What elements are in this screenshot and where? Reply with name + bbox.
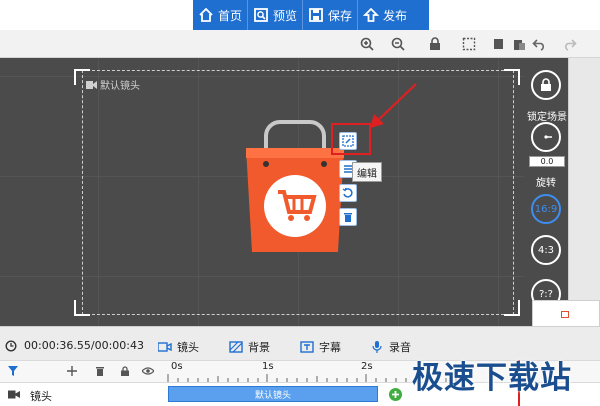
camera-icon bbox=[157, 341, 172, 353]
subtitle-icon bbox=[300, 341, 314, 353]
undo-icon[interactable] bbox=[532, 37, 546, 51]
tab-camera-label: 镜头 bbox=[177, 341, 199, 354]
dial-icon bbox=[539, 130, 553, 144]
camera-icon bbox=[86, 80, 97, 89]
eye-icon[interactable] bbox=[141, 366, 155, 379]
plus-icon bbox=[392, 391, 399, 398]
main-menu: 首页 预览 保存 发布 bbox=[193, 0, 429, 30]
save-label: 保存 bbox=[328, 8, 353, 23]
time-readout: 00:00:36.55/00:00:43 bbox=[24, 339, 145, 352]
timeline-time: 00:00:36.55/00:00:43 bbox=[5, 339, 144, 352]
camera-label-text: 默认镜头 bbox=[100, 81, 140, 92]
copy-icon[interactable] bbox=[492, 37, 506, 51]
move-icon[interactable] bbox=[67, 366, 77, 379]
edit-tooltip: 编辑 bbox=[352, 162, 382, 182]
preview-button[interactable]: 预览 bbox=[248, 0, 302, 30]
lock-icon[interactable] bbox=[120, 366, 130, 379]
thumbnail-icon bbox=[561, 311, 569, 318]
tab-background-label: 背景 bbox=[248, 341, 270, 354]
rotate-label: 旋转 bbox=[536, 178, 556, 189]
publish-label: 发布 bbox=[383, 8, 408, 23]
home-label: 首页 bbox=[218, 8, 243, 23]
delete-element-button[interactable] bbox=[339, 208, 357, 226]
clock-icon bbox=[5, 339, 19, 352]
tab-background[interactable]: 背景 bbox=[229, 339, 270, 355]
camera-icon bbox=[8, 389, 20, 402]
paste-icon[interactable] bbox=[512, 37, 526, 51]
redo-icon[interactable] bbox=[563, 37, 577, 51]
lock-scene-button[interactable] bbox=[531, 70, 561, 100]
ruler-label: 1s bbox=[262, 361, 274, 372]
tab-record-label: 录音 bbox=[389, 341, 411, 354]
lock-icon[interactable] bbox=[428, 37, 442, 51]
add-keyframe-button[interactable] bbox=[389, 388, 402, 401]
background-icon bbox=[229, 341, 243, 353]
ruler-label: 0s bbox=[171, 361, 183, 372]
zoom-in-icon[interactable] bbox=[360, 37, 374, 51]
home-button[interactable]: 首页 bbox=[193, 0, 247, 30]
tab-camera[interactable]: 镜头 bbox=[157, 339, 199, 355]
save-button[interactable]: 保存 bbox=[303, 0, 357, 30]
filter-icon[interactable] bbox=[8, 366, 18, 379]
trash-icon[interactable] bbox=[95, 366, 105, 379]
preview-icon bbox=[253, 7, 269, 23]
edit-toolbar bbox=[0, 30, 600, 58]
rotate-dial[interactable] bbox=[531, 122, 561, 152]
watermark: 极速下载站 bbox=[412, 360, 572, 396]
track-label: 镜头 bbox=[30, 390, 52, 403]
properties-panel-edge bbox=[568, 58, 600, 326]
home-icon bbox=[198, 7, 214, 23]
tab-subtitle-label: 字幕 bbox=[319, 341, 341, 354]
rotate-icon bbox=[342, 187, 354, 199]
frame-corner bbox=[504, 69, 520, 85]
publish-button[interactable]: 发布 bbox=[358, 0, 412, 30]
save-icon bbox=[308, 7, 324, 23]
tab-subtitle[interactable]: 字幕 bbox=[300, 339, 341, 355]
ratio-16-9-button[interactable]: 16:9 bbox=[531, 194, 561, 224]
lock-scene-label: 锁定场景 bbox=[527, 112, 567, 123]
camera-clip[interactable]: 默认镜头 bbox=[168, 386, 378, 402]
rotate-value-input[interactable]: 0.0 bbox=[529, 156, 565, 167]
preview-label: 预览 bbox=[273, 8, 298, 23]
top-menu-bar: 首页 预览 保存 发布 bbox=[0, 0, 600, 30]
zoom-out-icon[interactable] bbox=[391, 37, 405, 51]
ruler-label: 2s bbox=[361, 361, 373, 372]
trash-icon bbox=[342, 211, 354, 223]
annotation-arrow bbox=[370, 83, 417, 128]
ratio-4-3-button[interactable]: 4:3 bbox=[531, 235, 561, 265]
select-area-icon[interactable] bbox=[462, 37, 476, 51]
lock-icon bbox=[540, 78, 552, 92]
frame-corner bbox=[504, 300, 520, 316]
frame-corner bbox=[74, 300, 90, 316]
camera-label: 默认镜头 bbox=[86, 77, 140, 92]
rotate-element-button[interactable] bbox=[339, 184, 357, 202]
publish-icon bbox=[363, 7, 380, 23]
microphone-icon bbox=[370, 341, 384, 353]
tab-record[interactable]: 录音 bbox=[370, 339, 411, 355]
